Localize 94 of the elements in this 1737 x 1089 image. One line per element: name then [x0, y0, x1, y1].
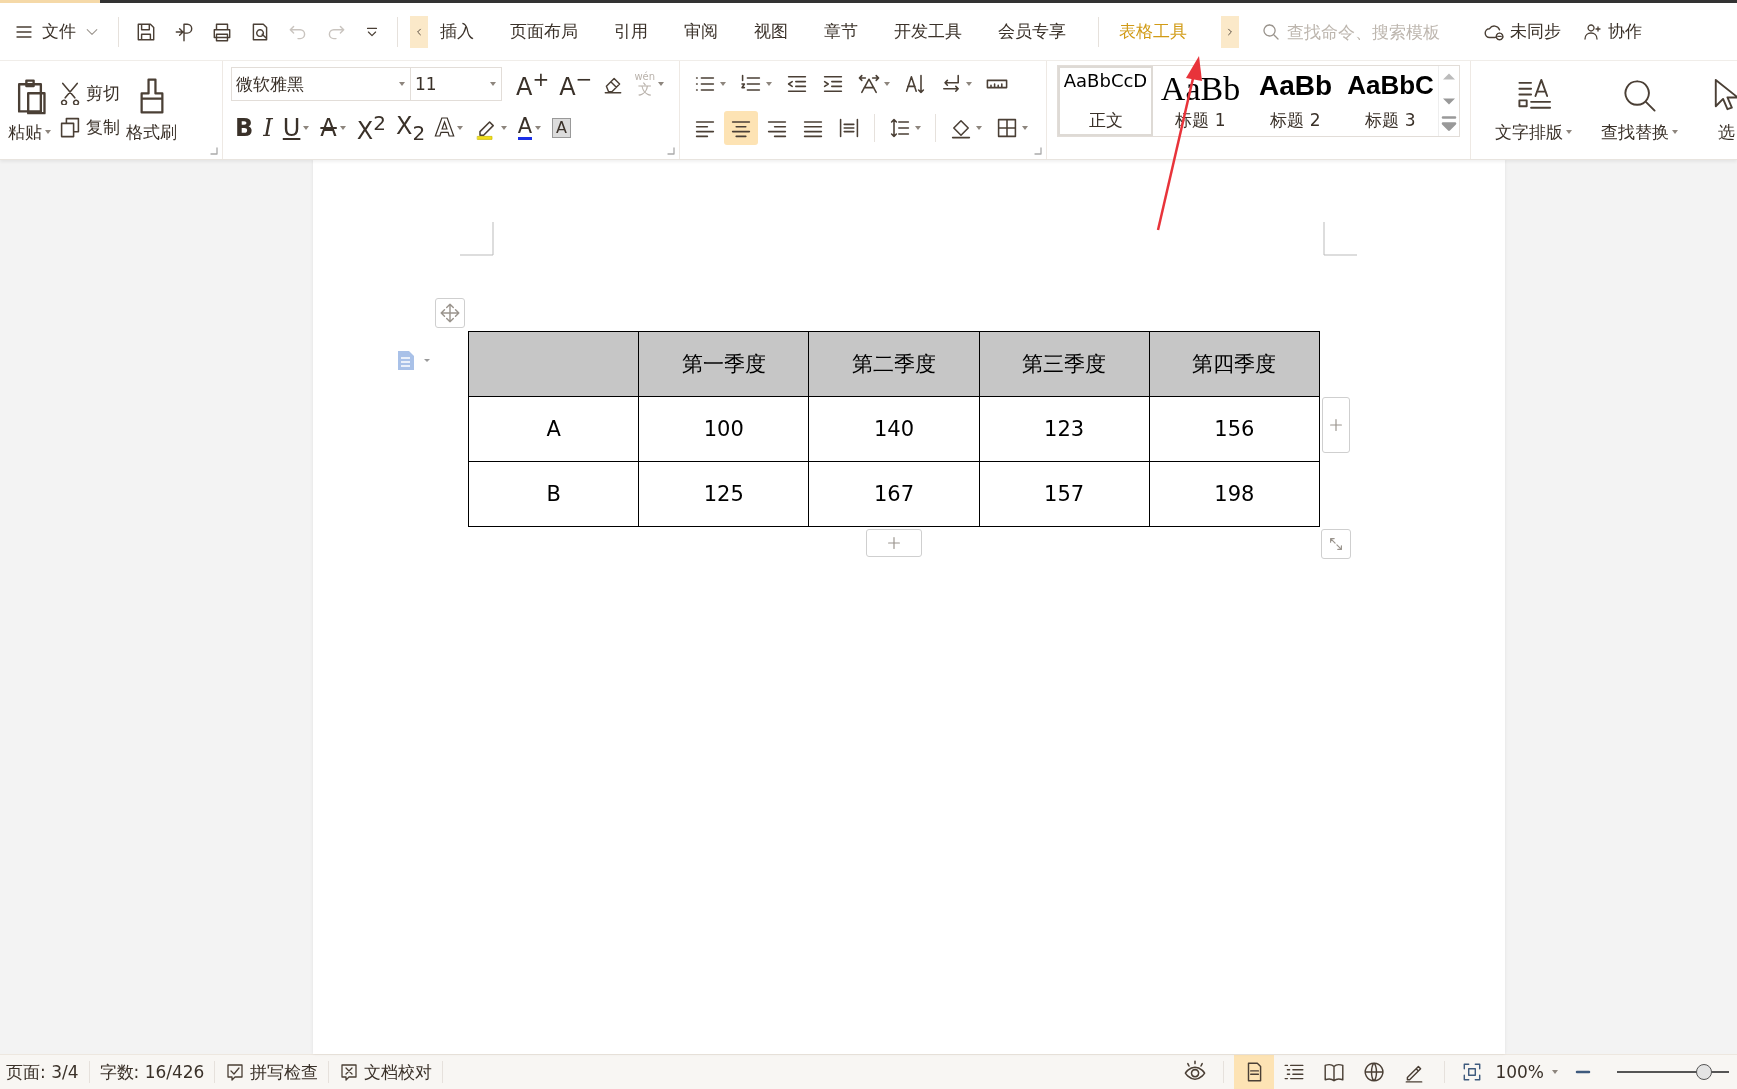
ribbon-tab[interactable]: 开发工具: [888, 17, 968, 46]
copy-icon: [58, 115, 82, 139]
ribbon-tab[interactable]: 会员专享: [992, 17, 1072, 46]
ribbon-tab[interactable]: 页面布局: [504, 17, 584, 46]
caret-icon: [302, 124, 311, 132]
zoom-slider[interactable]: [1617, 1063, 1729, 1081]
move-table-handle[interactable]: [435, 298, 465, 328]
shrink-font-button[interactable]: A$^{−}$: [555, 68, 597, 100]
ribbon-tab[interactable]: 引用: [608, 17, 654, 46]
zoom-level-dropdown[interactable]: 100%: [1495, 1062, 1559, 1082]
table-header-cell: 第一季度: [638, 331, 809, 397]
style-preset[interactable]: AaBb 标题 2: [1248, 66, 1343, 136]
paste-button[interactable]: 粘贴: [8, 76, 52, 144]
zoom-slider-thumb[interactable]: [1696, 1064, 1713, 1080]
caret-icon: [965, 80, 973, 88]
sync-status-button[interactable]: 未同步: [1483, 20, 1561, 43]
superscript-button[interactable]: X$^{2}$: [352, 112, 390, 144]
line-spacing-icon: [888, 116, 912, 140]
caret-icon: [1671, 128, 1679, 136]
find-replace-button[interactable]: 查找替换: [1591, 76, 1689, 144]
sort-icon: [903, 72, 927, 96]
style-preset[interactable]: AaBbCcD 正文: [1058, 66, 1153, 136]
caret-icon: [1565, 128, 1573, 136]
italic-button[interactable]: I: [259, 112, 277, 144]
cut-button[interactable]: 剪切: [58, 81, 120, 105]
resize-icon: [1327, 535, 1345, 553]
caret-icon: [44, 128, 52, 136]
scissors-icon: [58, 81, 82, 105]
text-layout-button[interactable]: 文字排版: [1485, 76, 1583, 144]
word-count: 字数: 16/426: [99, 1060, 205, 1084]
table-cell: 157: [979, 461, 1150, 527]
caret-icon: [499, 124, 508, 132]
table-cell: 156: [1149, 396, 1320, 462]
check-icon: [225, 1062, 246, 1082]
select-button[interactable]: 选: [1697, 76, 1737, 144]
caret-icon: [914, 124, 922, 132]
align-center-button[interactable]: [724, 111, 758, 145]
table-cell: 125: [638, 461, 809, 527]
caret-icon: [975, 124, 983, 132]
table-cell: 167: [808, 461, 980, 527]
table-cell: 198: [1149, 461, 1320, 527]
search-icon: [1261, 21, 1281, 42]
caret-icon: [1551, 1068, 1559, 1076]
resize-table-handle[interactable]: [1321, 529, 1351, 559]
proofread-button[interactable]: 文档校对: [339, 1060, 433, 1084]
grow-font-button[interactable]: A$^{+}$: [512, 68, 554, 100]
text-direction-icon: [857, 72, 881, 96]
character-shading-button[interactable]: A: [548, 112, 576, 144]
add-user-icon: [1583, 21, 1603, 42]
spell-check-button[interactable]: 拼写检查: [225, 1060, 319, 1084]
table-header-cell: 第三季度: [979, 331, 1150, 397]
ribbon-tab[interactable]: 视图: [748, 17, 794, 46]
margin-corner-mark: [1323, 222, 1357, 256]
caret-icon: [534, 124, 543, 132]
file-menu-button[interactable]: 文件: [14, 20, 100, 43]
caret-icon: [1021, 124, 1029, 132]
table-header-cell: 第四季度: [1149, 331, 1320, 397]
book-icon: [1323, 1061, 1346, 1083]
table-cell: 100: [638, 396, 809, 462]
caret-icon: [455, 124, 464, 132]
style-preset[interactable]: AaBbC 标题 3: [1343, 66, 1438, 136]
table-cell: 123: [979, 396, 1150, 462]
underline-button[interactable]: U: [278, 112, 315, 144]
border-icon: [995, 116, 1019, 140]
align-icon: [837, 116, 861, 140]
ribbon-tab[interactable]: 插入: [434, 17, 480, 46]
ribbon-tab[interactable]: 章节: [818, 17, 864, 46]
plus-icon: [885, 534, 903, 552]
plus-icon: [1327, 416, 1345, 434]
command-search-field[interactable]: 查找命令、搜索模板: [1261, 20, 1461, 43]
page-view-button[interactable]: [1234, 1055, 1275, 1089]
page-count: 页面: 3/4: [6, 1060, 79, 1084]
font-color-button[interactable]: A: [513, 112, 547, 144]
copy-button[interactable]: 复制: [58, 115, 120, 139]
globe-icon: [1363, 1061, 1386, 1083]
table-cell: B: [468, 461, 639, 527]
format-painter-button[interactable]: 格式刷: [126, 76, 177, 144]
text-effects-button[interactable]: A: [431, 112, 468, 144]
collaborate-button[interactable]: 协作: [1583, 20, 1642, 43]
margin-corner-mark: [460, 222, 494, 256]
table-cell: A: [468, 396, 639, 462]
caret-icon: [883, 80, 891, 88]
move-icon: [439, 302, 461, 324]
caret-icon: [338, 124, 347, 132]
table-cell: 140: [808, 396, 980, 462]
subscript-button[interactable]: X$_{2}$: [391, 112, 430, 144]
ribbon-tab[interactable]: 审阅: [678, 17, 724, 46]
strikethrough-button[interactable]: A: [316, 112, 351, 144]
bold-button[interactable]: B: [231, 112, 258, 144]
caret-icon: [657, 80, 666, 88]
caret-icon: [719, 80, 727, 88]
table-header-cell: 第二季度: [808, 331, 980, 397]
cross-icon: [339, 1062, 360, 1082]
caret-icon: [765, 80, 773, 88]
